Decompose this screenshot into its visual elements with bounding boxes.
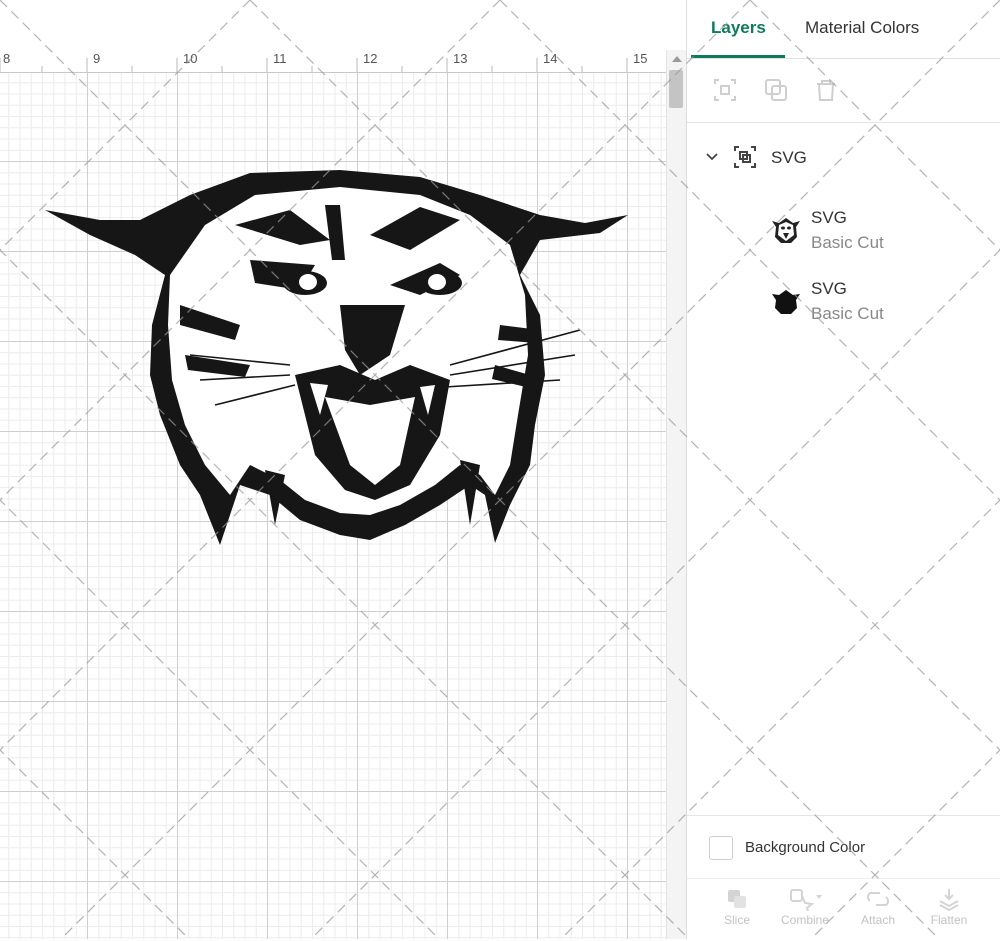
- silhouette-thumbnail-icon: [772, 290, 800, 314]
- background-color-checkbox[interactable]: [709, 836, 733, 860]
- panel-footer: Background Color Slice Combine Attach Fl…: [687, 815, 1000, 940]
- layer-item[interactable]: SVG Basic Cut: [687, 276, 1000, 332]
- layers-panel: Layers Material Colors SVG SVG Basic Cut…: [686, 0, 1000, 939]
- panel-tabs: Layers Material Colors: [687, 0, 1000, 59]
- slice-button[interactable]: Slice: [705, 887, 769, 927]
- chevron-down-icon[interactable]: [705, 150, 719, 164]
- scroll-up-arrow-icon[interactable]: [672, 56, 682, 62]
- group-icon: [734, 146, 756, 168]
- layer-item[interactable]: SVG Basic Cut: [687, 205, 1000, 261]
- combine-label: Combine: [780, 913, 830, 927]
- delete-icon[interactable]: [814, 78, 838, 102]
- horizontal-ruler: 8 9 10 11 12 13 14 15: [0, 50, 666, 73]
- duplicate-icon[interactable]: [764, 78, 788, 102]
- layer-item-subtitle: Basic Cut: [811, 233, 884, 252]
- slice-label: Slice: [723, 913, 750, 927]
- flatten-button[interactable]: Flatten: [917, 887, 981, 927]
- flatten-icon: [939, 889, 959, 911]
- bobcat-thumbnail-icon: [772, 218, 800, 243]
- layer-actions-toolbar: [687, 58, 1000, 123]
- layer-item-title: SVG: [811, 208, 847, 227]
- combine-icon: [790, 889, 822, 911]
- ruler-marks: [0, 58, 628, 72]
- bobcat-artwork[interactable]: [40, 165, 635, 550]
- combine-button[interactable]: Combine: [773, 887, 837, 927]
- tab-layers[interactable]: Layers: [711, 18, 766, 38]
- layer-group-title: SVG: [771, 148, 807, 167]
- flatten-label: Flatten: [930, 913, 968, 927]
- layer-item-subtitle: Basic Cut: [811, 304, 884, 323]
- attach-button[interactable]: Attach: [846, 887, 910, 927]
- scroll-thumb[interactable]: [669, 70, 683, 108]
- tab-material-colors[interactable]: Material Colors: [805, 18, 919, 38]
- bottom-toolbar: Slice Combine Attach Flatten: [687, 878, 1000, 941]
- layer-item-title: SVG: [811, 279, 847, 298]
- background-color-label: Background Color: [745, 839, 866, 856]
- vertical-scrollbar[interactable]: [666, 50, 686, 939]
- slice-icon: [728, 890, 746, 908]
- attach-icon: [867, 892, 889, 906]
- layer-group-row[interactable]: SVG: [687, 140, 1000, 180]
- group-icon[interactable]: [713, 78, 737, 102]
- design-canvas[interactable]: 8 9 10 11 12 13 14 15: [0, 0, 686, 939]
- attach-label: Attach: [860, 913, 896, 927]
